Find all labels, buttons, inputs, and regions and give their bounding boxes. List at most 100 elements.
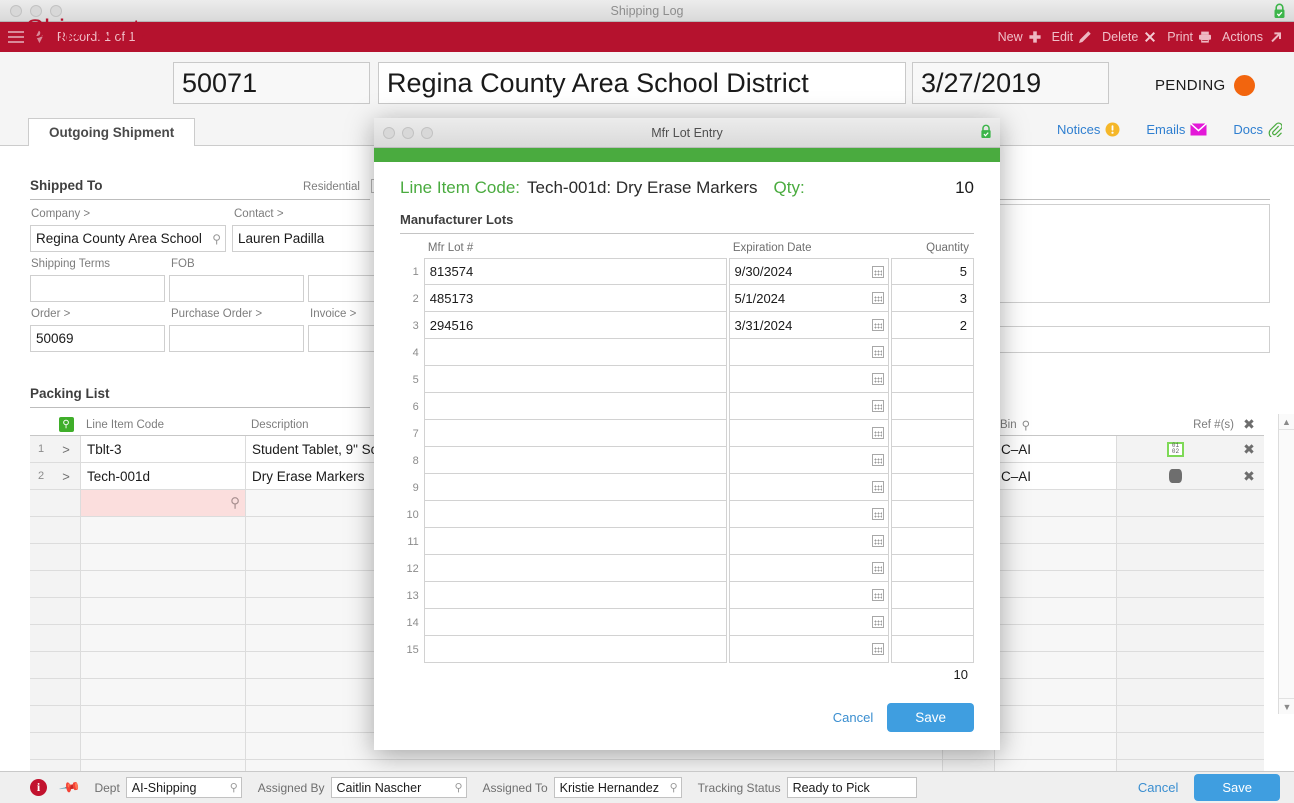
purchase-order-input[interactable] <box>169 325 304 352</box>
lot-row[interactable]: 12 <box>400 555 975 582</box>
calendar-icon[interactable] <box>871 292 884 304</box>
calendar-icon[interactable] <box>871 589 884 601</box>
calendar-icon[interactable] <box>871 643 884 655</box>
search-icon[interactable]: ⚲ <box>230 495 240 511</box>
lot-number-input[interactable] <box>423 366 727 393</box>
expiration-date-input[interactable] <box>728 447 889 474</box>
packing-list-scrollbar[interactable]: ▲ ▼ <box>1278 414 1294 714</box>
lot-number-input[interactable]: 813574 <box>423 258 727 285</box>
delete-button[interactable]: Delete <box>1102 30 1157 44</box>
info-icon[interactable]: i <box>30 779 47 796</box>
lot-quantity-input[interactable] <box>890 528 975 555</box>
expiration-date-input[interactable] <box>728 528 889 555</box>
cell-bin[interactable]: C–AI <box>994 436 1116 462</box>
lot-quantity-input[interactable] <box>890 582 975 609</box>
dept-input[interactable]: AI-Shipping ⚲ <box>125 777 242 798</box>
shipment-company-field[interactable]: Regina County Area School District <box>378 62 906 104</box>
tab-outgoing-shipment[interactable]: Outgoing Shipment <box>28 118 196 146</box>
lot-number-input[interactable] <box>423 528 727 555</box>
search-icon[interactable]: ⚲ <box>230 781 238 794</box>
lot-number-input[interactable] <box>423 339 727 366</box>
dialog-cancel-button[interactable]: Cancel <box>833 710 873 725</box>
lot-row[interactable]: 13 <box>400 582 975 609</box>
expiration-date-input[interactable]: 3/31/2024 <box>728 312 889 339</box>
shipment-number-field[interactable]: 50071 <box>173 62 370 104</box>
expiration-date-input[interactable] <box>728 582 889 609</box>
lot-quantity-input[interactable] <box>890 501 975 528</box>
lot-quantity-input[interactable] <box>890 555 975 582</box>
cell-bin[interactable]: C–AI <box>994 463 1116 489</box>
hamburger-icon[interactable] <box>8 28 24 46</box>
print-button[interactable]: Print <box>1167 30 1212 44</box>
emails-link[interactable]: Emails <box>1146 122 1208 137</box>
expiration-date-input[interactable]: 5/1/2024 <box>728 285 889 312</box>
lot-number-input[interactable] <box>423 609 727 636</box>
lot-badge-icon[interactable]: 01 02 <box>1167 441 1184 457</box>
search-icon[interactable]: ⚲ <box>212 232 221 246</box>
expiration-date-input[interactable]: 9/30/2024 <box>728 258 889 285</box>
lot-row[interactable]: 10 <box>400 501 975 528</box>
edit-button[interactable]: Edit <box>1052 30 1093 44</box>
lot-row[interactable]: 9 <box>400 474 975 501</box>
lot-number-input[interactable] <box>423 393 727 420</box>
calendar-icon[interactable] <box>871 508 884 520</box>
order-input[interactable]: 50069 <box>30 325 165 352</box>
new-line-item-input[interactable]: ⚲ <box>80 490 245 516</box>
row-expand-icon[interactable]: > <box>52 463 80 489</box>
green-search-icon[interactable]: ⚲ <box>58 417 74 432</box>
save-button[interactable]: Save <box>1194 774 1280 801</box>
lot-number-input[interactable]: 485173 <box>423 285 727 312</box>
lot-quantity-input[interactable] <box>890 447 975 474</box>
calendar-icon[interactable] <box>871 400 884 412</box>
cell-ref[interactable] <box>1116 463 1234 489</box>
lot-number-input[interactable] <box>423 555 727 582</box>
lot-number-input[interactable]: 294516 <box>423 312 727 339</box>
calendar-icon[interactable] <box>871 319 884 331</box>
expiration-date-input[interactable] <box>728 393 889 420</box>
dialog-save-button[interactable]: Save <box>887 703 974 732</box>
lot-number-input[interactable] <box>423 447 727 474</box>
lot-row[interactable]: 5 <box>400 366 975 393</box>
calendar-icon[interactable] <box>871 346 884 358</box>
lot-quantity-input[interactable] <box>890 636 975 663</box>
row-expand-icon[interactable]: > <box>52 436 80 462</box>
expiration-date-input[interactable] <box>728 609 889 636</box>
actions-button[interactable]: Actions <box>1222 30 1282 44</box>
lot-row[interactable]: 11 <box>400 528 975 555</box>
calendar-icon[interactable] <box>871 481 884 493</box>
lot-quantity-input[interactable] <box>890 420 975 447</box>
lot-row[interactable]: 6 <box>400 393 975 420</box>
shipping-terms-input[interactable] <box>30 275 165 302</box>
calendar-icon[interactable] <box>871 454 884 466</box>
lot-number-input[interactable] <box>423 420 727 447</box>
docs-link[interactable]: Docs <box>1233 122 1282 137</box>
lot-quantity-input[interactable] <box>890 366 975 393</box>
lot-quantity-input[interactable] <box>890 339 975 366</box>
lot-row[interactable]: 2 485173 5/1/2024 3 <box>400 285 975 312</box>
calendar-icon[interactable] <box>871 562 884 574</box>
lot-quantity-input[interactable]: 3 <box>890 285 975 312</box>
calendar-icon[interactable] <box>871 616 884 628</box>
lot-row[interactable]: 15 <box>400 636 975 663</box>
lot-number-input[interactable] <box>423 501 727 528</box>
cell-ref[interactable]: 01 02 <box>1116 436 1234 462</box>
lot-row[interactable]: 4 <box>400 339 975 366</box>
new-button[interactable]: New <box>998 30 1042 44</box>
assigned-by-input[interactable]: Caitlin Nascher ⚲ <box>330 777 467 798</box>
expiration-date-input[interactable] <box>728 420 889 447</box>
tracking-status-input[interactable]: Ready to Pick <box>786 777 917 798</box>
lot-quantity-input[interactable]: 5 <box>890 258 975 285</box>
scroll-up-icon[interactable]: ▲ <box>1279 414 1294 430</box>
bin-search-icon[interactable]: ⚲ <box>1022 418 1030 432</box>
shipment-date-field[interactable]: 3/27/2019 <box>912 62 1109 104</box>
calendar-icon[interactable] <box>871 373 884 385</box>
lot-row[interactable]: 7 <box>400 420 975 447</box>
lot-row[interactable]: 14 <box>400 609 975 636</box>
calendar-icon[interactable] <box>871 427 884 439</box>
lot-number-input[interactable] <box>423 582 727 609</box>
lot-number-input[interactable] <box>423 474 727 501</box>
assigned-to-input[interactable]: Kristie Hernandez ⚲ <box>553 777 682 798</box>
expiration-date-input[interactable] <box>728 636 889 663</box>
pushpin-icon[interactable]: 📌 <box>58 776 81 800</box>
row-delete-icon[interactable]: ✖ <box>1234 463 1264 489</box>
